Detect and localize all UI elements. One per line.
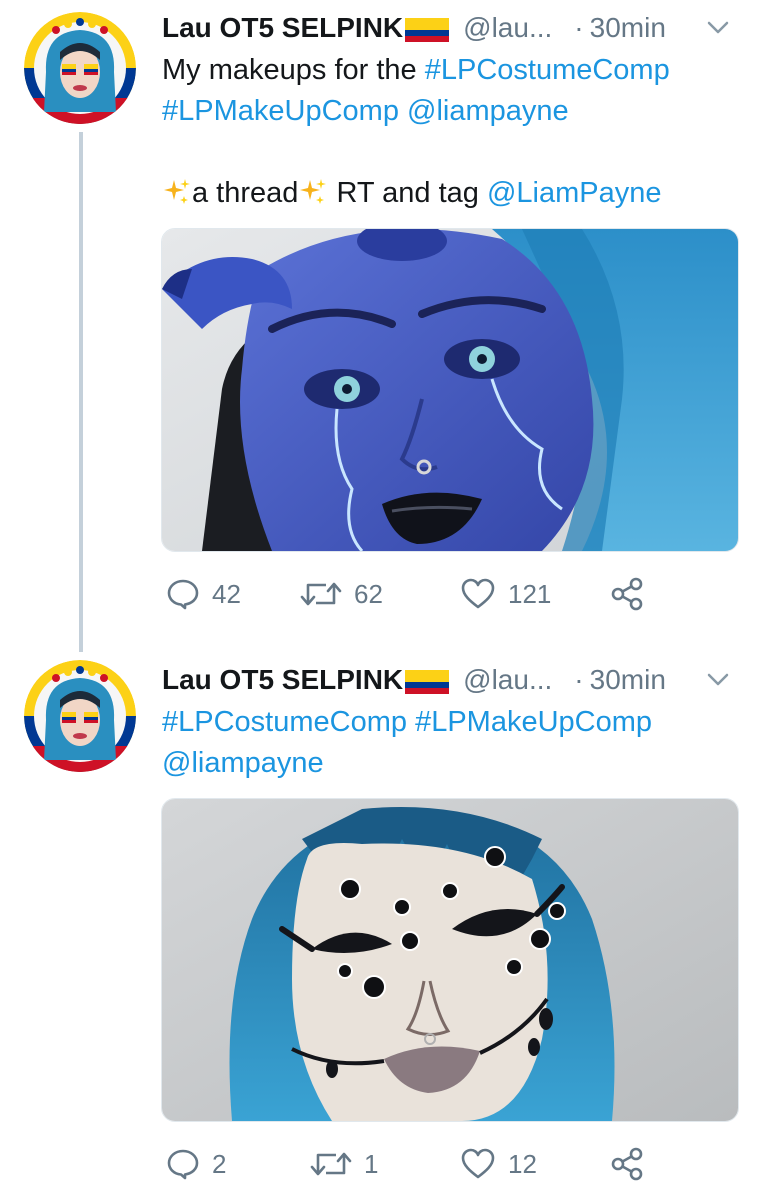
reply-icon [167,1149,199,1180]
retweet-icon [310,1152,352,1176]
tweet-text: #LPCostumeComp #LPMakeUpComp @liampayne [162,702,742,784]
hashtag-link[interactable]: #LPCostumeComp [425,54,670,86]
reply-icon [167,579,199,610]
chevron-down-icon[interactable] [704,666,732,694]
colombia-flag-icon [405,670,450,694]
share-icon [611,1147,643,1181]
tweet-text-plain: RT and tag [328,177,487,209]
avatar-image [24,12,136,124]
retweet-button[interactable]: 62 [300,574,383,614]
mention-link[interactable]: @liampayne [162,747,324,779]
mention-link[interactable]: @liampayne [407,95,569,127]
retweet-count: 62 [354,578,383,609]
avatar[interactable] [24,660,136,772]
tweet-1[interactable]: Lau OT5 SELPINK @lau... · 30min My makeu… [0,0,762,640]
user-handle[interactable]: @lau... [463,12,552,44]
tweet-actions: 2 1 12 [162,1144,722,1184]
retweet-button[interactable]: 1 [310,1144,378,1184]
sparkles-icon [164,179,190,204]
chevron-down-icon[interactable] [704,14,732,42]
reply-button[interactable]: 42 [166,574,241,614]
colombia-flag-icon [405,18,450,42]
separator-dot: · [574,12,584,43]
like-count: 121 [508,578,552,609]
like-button[interactable]: 121 [460,574,551,614]
tweet-actions: 42 62 121 [162,574,722,614]
share-icon [611,577,643,611]
blue-demon-makeup-photo [162,229,738,551]
sparkles-icon [300,179,327,204]
tweet-text-plain: My makeups for the [162,54,425,86]
share-button[interactable] [610,574,644,614]
reply-button[interactable]: 2 [166,1144,226,1184]
heart-icon [461,578,495,609]
hashtag-link[interactable]: #LPCostumeComp [162,706,407,738]
retweet-icon [300,582,342,606]
tweet-media-image[interactable] [161,798,739,1122]
tweet-header: Lau OT5 SELPINK @lau... · 30min [162,8,666,48]
mention-link[interactable]: @LiamPayne [487,177,662,209]
tweet-text-plain: a thread [192,177,299,209]
separator-dot: · [574,664,584,695]
multi-eye-spider-makeup-photo [162,799,738,1121]
heart-icon [461,1148,495,1179]
reply-count: 42 [212,578,241,609]
tweet-2[interactable]: Lau OT5 SELPINK @lau... · 30min #LPCostu… [0,648,762,1200]
display-name[interactable]: Lau OT5 SELPINK [162,664,403,696]
hashtag-link[interactable]: #LPMakeUpComp [415,706,652,738]
avatar-image [24,660,136,772]
share-button[interactable] [610,1144,644,1184]
tweet-media-image[interactable] [161,228,739,552]
user-handle[interactable]: @lau... [463,664,552,696]
retweet-count: 1 [364,1148,379,1179]
avatar[interactable] [24,12,136,124]
like-count: 12 [508,1148,537,1179]
timestamp[interactable]: 30min [590,664,666,696]
hashtag-link[interactable]: #LPMakeUpComp [162,95,399,127]
tweet-text: My makeups for the #LPCostumeComp #LPMak… [162,50,742,214]
display-name[interactable]: Lau OT5 SELPINK [162,12,403,44]
reply-count: 2 [212,1148,227,1179]
like-button[interactable]: 12 [460,1144,537,1184]
timestamp[interactable]: 30min [590,12,666,44]
tweet-header: Lau OT5 SELPINK @lau... · 30min [162,660,666,700]
